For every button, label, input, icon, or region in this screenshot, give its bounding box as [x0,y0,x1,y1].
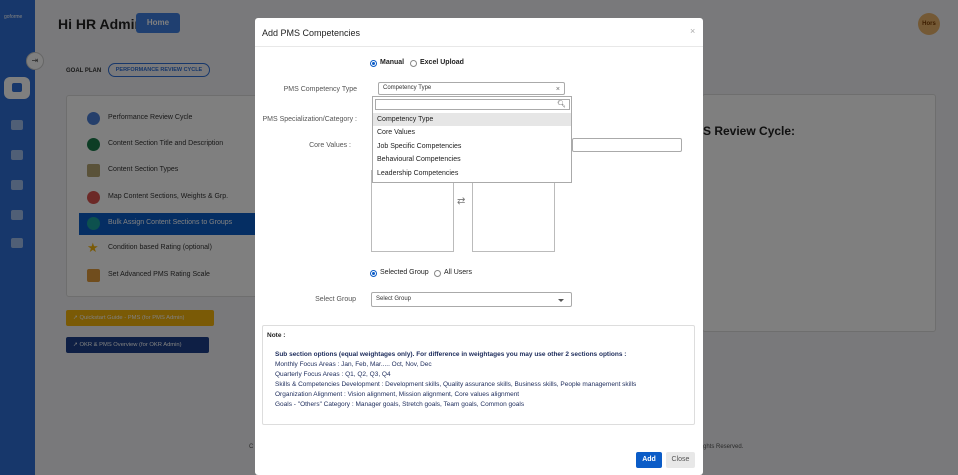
close-button[interactable]: Close [666,452,695,468]
manual-radio[interactable] [370,60,377,67]
note-line: Monthly Focus Areas : Jan, Feb, Mar.....… [275,361,432,368]
competency-type-label: PMS Competency Type [283,86,357,93]
excel-upload-radio-label[interactable]: Excel Upload [420,59,464,66]
manual-radio-label[interactable]: Manual [380,59,404,66]
all-users-radio-label[interactable]: All Users [444,269,472,276]
core-values-label: Core Values : [309,142,351,149]
dropdown-option[interactable]: Behavioural Competencies [373,153,571,166]
modal-header: Add PMS Competencies × [255,18,703,47]
competency-type-dropdown: 🔍︎ Competency Type Core Values Job Speci… [372,96,572,183]
excel-upload-radio[interactable] [410,60,417,67]
selected-group-radio-label[interactable]: Selected Group [380,269,429,276]
dropdown-option[interactable]: Competency Type [373,113,571,126]
swap-icon[interactable]: ⇄ [457,196,465,207]
select-group-label: Select Group [315,296,356,303]
core-values-input[interactable] [572,138,682,152]
dropdown-option[interactable]: Leadership Competencies [373,167,571,180]
note-box: Note : Sub section options (equal weight… [262,325,695,425]
select-group-dropdown[interactable]: Select Group [371,292,572,307]
modal-title: Add PMS Competencies [262,28,361,38]
add-pms-competencies-modal: Add PMS Competencies × Manual Excel Uplo… [255,18,703,475]
note-title: Note : [267,332,286,339]
close-icon[interactable]: × [690,26,695,36]
selected-group-radio[interactable] [370,270,377,277]
clear-icon[interactable]: × [556,84,560,95]
note-line: Skills & Competencies Development : Deve… [275,381,637,388]
note-line: Organization Alignment : Vision alignmen… [275,391,520,398]
note-heading: Sub section options (equal weightages on… [275,351,627,358]
add-button[interactable]: Add [636,452,662,468]
specialization-label: PMS Specialization/Category : [262,116,357,123]
dropdown-option[interactable]: Job Specific Competencies [373,140,571,153]
competency-type-select[interactable]: Competency Type × [378,82,565,95]
note-line: Quarterly Focus Areas : Q1, Q2, Q3, Q4 [275,371,391,378]
dropdown-search-input[interactable]: 🔍︎ [375,99,570,110]
chevron-down-icon [558,299,564,302]
note-line: Goals - "Others" Category : Manager goal… [275,401,525,408]
dropdown-option[interactable]: Core Values [373,126,571,139]
all-users-radio[interactable] [434,270,441,277]
search-icon: 🔍︎ [557,101,566,108]
